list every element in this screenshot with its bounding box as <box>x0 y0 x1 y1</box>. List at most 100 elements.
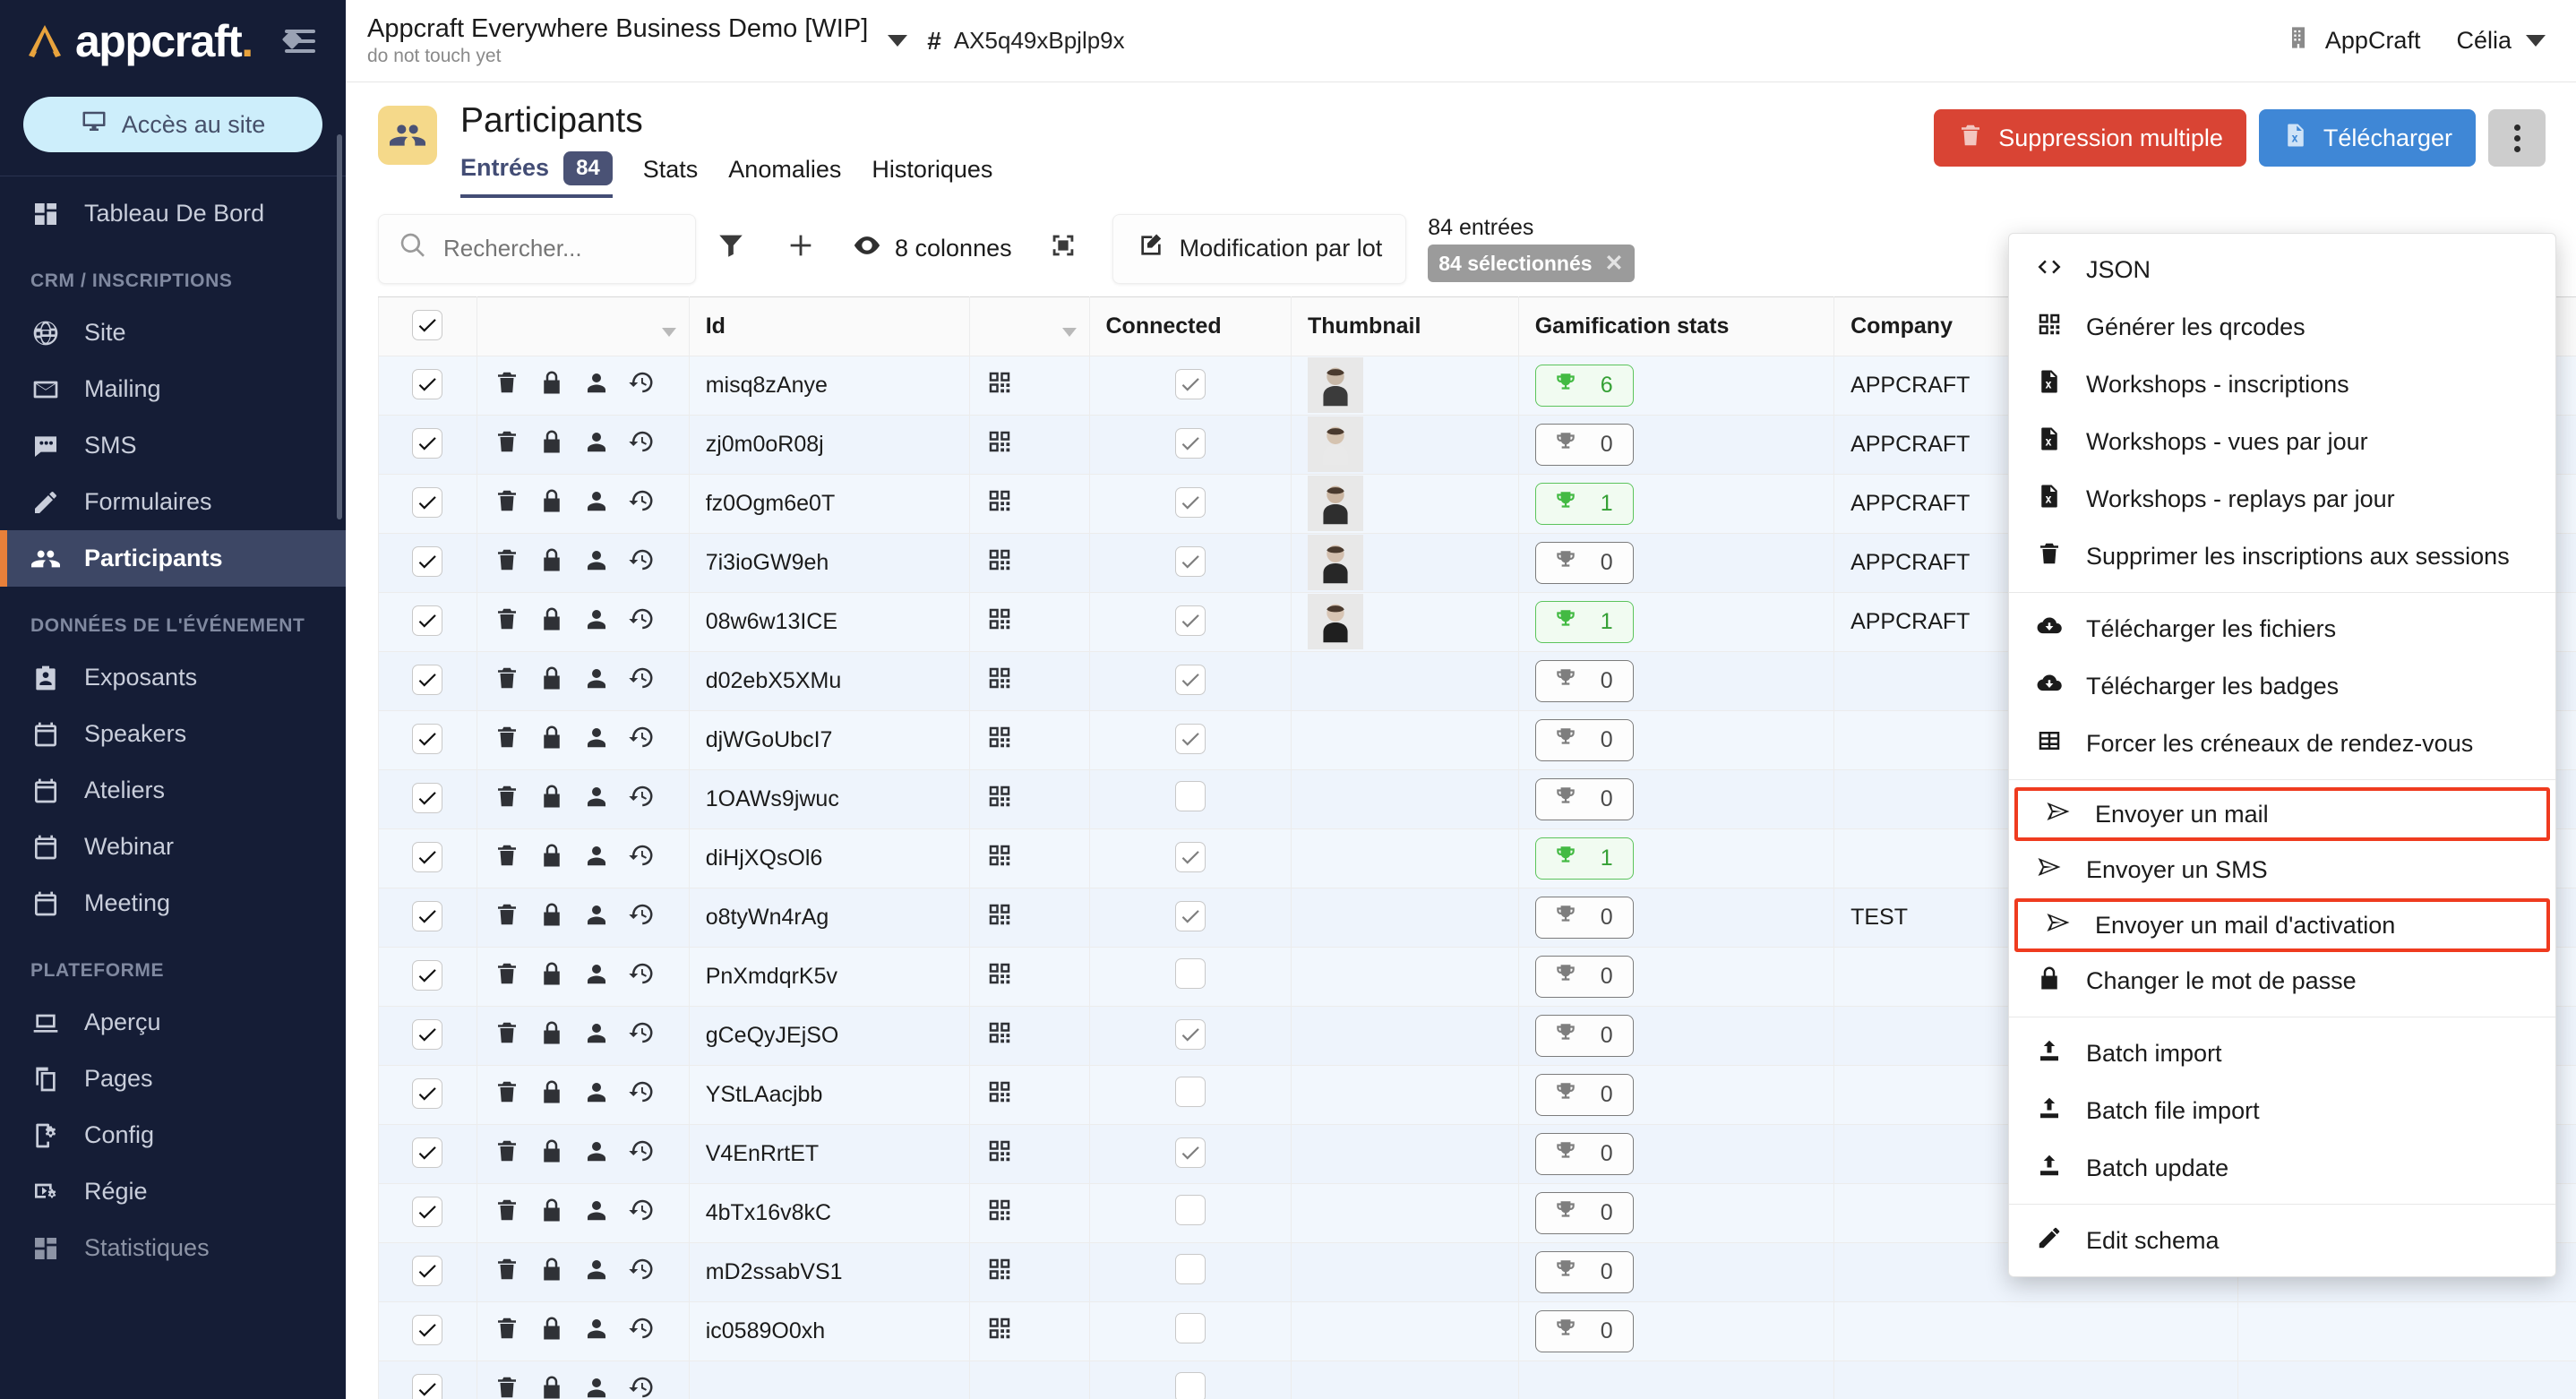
row-qrcode-cell[interactable] <box>969 651 1089 710</box>
lock-icon[interactable] <box>538 428 565 461</box>
qrcode-icon[interactable] <box>986 494 1013 519</box>
menu-item-json[interactable]: JSON <box>2009 241 2555 298</box>
organization[interactable]: AppCraft <box>2286 25 2421 56</box>
menu-item-batch-import[interactable]: Batch import <box>2009 1025 2555 1082</box>
connected-checkbox[interactable] <box>1175 901 1206 931</box>
sidebar-item-participants[interactable]: Participants <box>0 530 346 587</box>
menu-item-batch-update[interactable]: Batch update <box>2009 1139 2555 1197</box>
row-qrcode-cell[interactable] <box>969 415 1089 474</box>
lock-icon[interactable] <box>538 1374 565 1399</box>
row-qrcode-cell[interactable] <box>969 533 1089 592</box>
history-icon[interactable] <box>628 1256 655 1289</box>
qrcode-icon[interactable] <box>986 1145 1013 1170</box>
trash-icon[interactable] <box>494 605 520 639</box>
person-icon[interactable] <box>583 842 610 875</box>
lock-icon[interactable] <box>538 605 565 639</box>
menu-item-supprimer-inscriptions-sessions[interactable]: Supprimer les inscriptions aux sessions <box>2009 528 2555 585</box>
th-thumbnail[interactable]: Thumbnail <box>1292 296 1519 356</box>
qrcode-icon[interactable] <box>986 1263 1013 1288</box>
person-icon[interactable] <box>583 724 610 757</box>
row-checkbox[interactable] <box>412 901 442 931</box>
row-checkbox[interactable] <box>412 724 442 754</box>
menu-item-envoyer-un-mail[interactable]: Envoyer un mail <box>2014 787 2550 841</box>
table-row[interactable]: ic0589O0xh0 <box>379 1301 2576 1360</box>
user-menu[interactable]: Célia <box>2456 27 2546 55</box>
history-icon[interactable] <box>628 369 655 402</box>
lock-icon[interactable] <box>538 665 565 698</box>
row-checkbox[interactable] <box>412 369 442 399</box>
history-icon[interactable] <box>628 1315 655 1348</box>
person-icon[interactable] <box>583 1137 610 1171</box>
history-icon[interactable] <box>628 1374 655 1399</box>
lock-icon[interactable] <box>538 546 565 579</box>
lock-icon[interactable] <box>538 783 565 816</box>
row-qrcode-cell[interactable] <box>969 710 1089 769</box>
history-icon[interactable] <box>628 960 655 993</box>
connected-checkbox[interactable] <box>1175 1019 1206 1050</box>
connected-checkbox[interactable] <box>1175 1372 1206 1399</box>
trash-icon[interactable] <box>494 1137 520 1171</box>
table-row[interactable] <box>379 1360 2576 1399</box>
connected-checkbox[interactable] <box>1175 1254 1206 1284</box>
event-chevron-down-icon[interactable] <box>888 35 907 47</box>
history-icon[interactable] <box>628 783 655 816</box>
connected-checkbox[interactable] <box>1175 428 1206 459</box>
lock-icon[interactable] <box>538 1078 565 1111</box>
tab-historiques[interactable]: Historiques <box>872 156 992 193</box>
columns-button[interactable]: 8 colonnes <box>836 230 1028 267</box>
trash-icon[interactable] <box>494 1315 520 1348</box>
menu-item-telecharger-badges[interactable]: Télécharger les badges <box>2009 657 2555 715</box>
history-icon[interactable] <box>628 1137 655 1171</box>
trash-icon[interactable] <box>494 960 520 993</box>
sidebar-item-speakers[interactable]: Speakers <box>0 706 346 762</box>
lock-icon[interactable] <box>538 960 565 993</box>
qrcode-icon[interactable] <box>986 731 1013 756</box>
menu-item-changer-mot-de-passe[interactable]: Changer le mot de passe <box>2009 952 2555 1009</box>
download-button[interactable]: Télécharger <box>2259 109 2476 167</box>
menu-item-envoyer-un-sms[interactable]: Envoyer un SMS <box>2009 841 2555 898</box>
row-checkbox[interactable] <box>412 546 442 577</box>
person-icon[interactable] <box>583 487 610 520</box>
trash-icon[interactable] <box>494 1019 520 1052</box>
lock-icon[interactable] <box>538 1256 565 1289</box>
person-icon[interactable] <box>583 428 610 461</box>
row-qrcode-cell[interactable] <box>969 888 1089 947</box>
lock-icon[interactable] <box>538 901 565 934</box>
connected-checkbox[interactable] <box>1175 1313 1206 1343</box>
clear-selection-icon[interactable]: ✕ <box>1605 250 1624 277</box>
row-checkbox[interactable] <box>412 783 442 813</box>
connected-checkbox[interactable] <box>1175 487 1206 518</box>
row-qrcode-cell[interactable] <box>969 1006 1089 1065</box>
connected-checkbox[interactable] <box>1175 781 1206 811</box>
person-icon[interactable] <box>583 665 610 698</box>
person-icon[interactable] <box>583 901 610 934</box>
row-checkbox[interactable] <box>412 842 442 872</box>
select-all-checkbox[interactable] <box>412 310 442 340</box>
person-icon[interactable] <box>583 546 610 579</box>
row-checkbox[interactable] <box>412 1137 442 1168</box>
access-site-button[interactable]: Accès au site <box>23 97 322 152</box>
person-icon[interactable] <box>583 1256 610 1289</box>
trash-icon[interactable] <box>494 428 520 461</box>
fullscreen-button[interactable] <box>1028 214 1098 284</box>
filter-button[interactable] <box>696 214 766 284</box>
connected-checkbox[interactable] <box>1175 1195 1206 1225</box>
trash-icon[interactable] <box>494 783 520 816</box>
row-qrcode-cell[interactable] <box>969 769 1089 828</box>
connected-checkbox[interactable] <box>1175 958 1206 989</box>
menu-item-batch-file-import[interactable]: Batch file import <box>2009 1082 2555 1139</box>
lock-icon[interactable] <box>538 724 565 757</box>
qrcode-icon[interactable] <box>986 376 1013 401</box>
lock-icon[interactable] <box>538 1197 565 1230</box>
row-qrcode-cell[interactable] <box>969 1065 1089 1124</box>
person-icon[interactable] <box>583 1315 610 1348</box>
person-icon[interactable] <box>583 369 610 402</box>
row-qrcode-cell[interactable] <box>969 356 1089 415</box>
history-icon[interactable] <box>628 1197 655 1230</box>
qrcode-icon[interactable] <box>986 672 1013 697</box>
trash-icon[interactable] <box>494 1256 520 1289</box>
connected-checkbox[interactable] <box>1175 1137 1206 1168</box>
connected-checkbox[interactable] <box>1175 605 1206 636</box>
row-checkbox[interactable] <box>412 1374 442 1399</box>
sidebar-item-exposants[interactable]: Exposants <box>0 649 346 706</box>
